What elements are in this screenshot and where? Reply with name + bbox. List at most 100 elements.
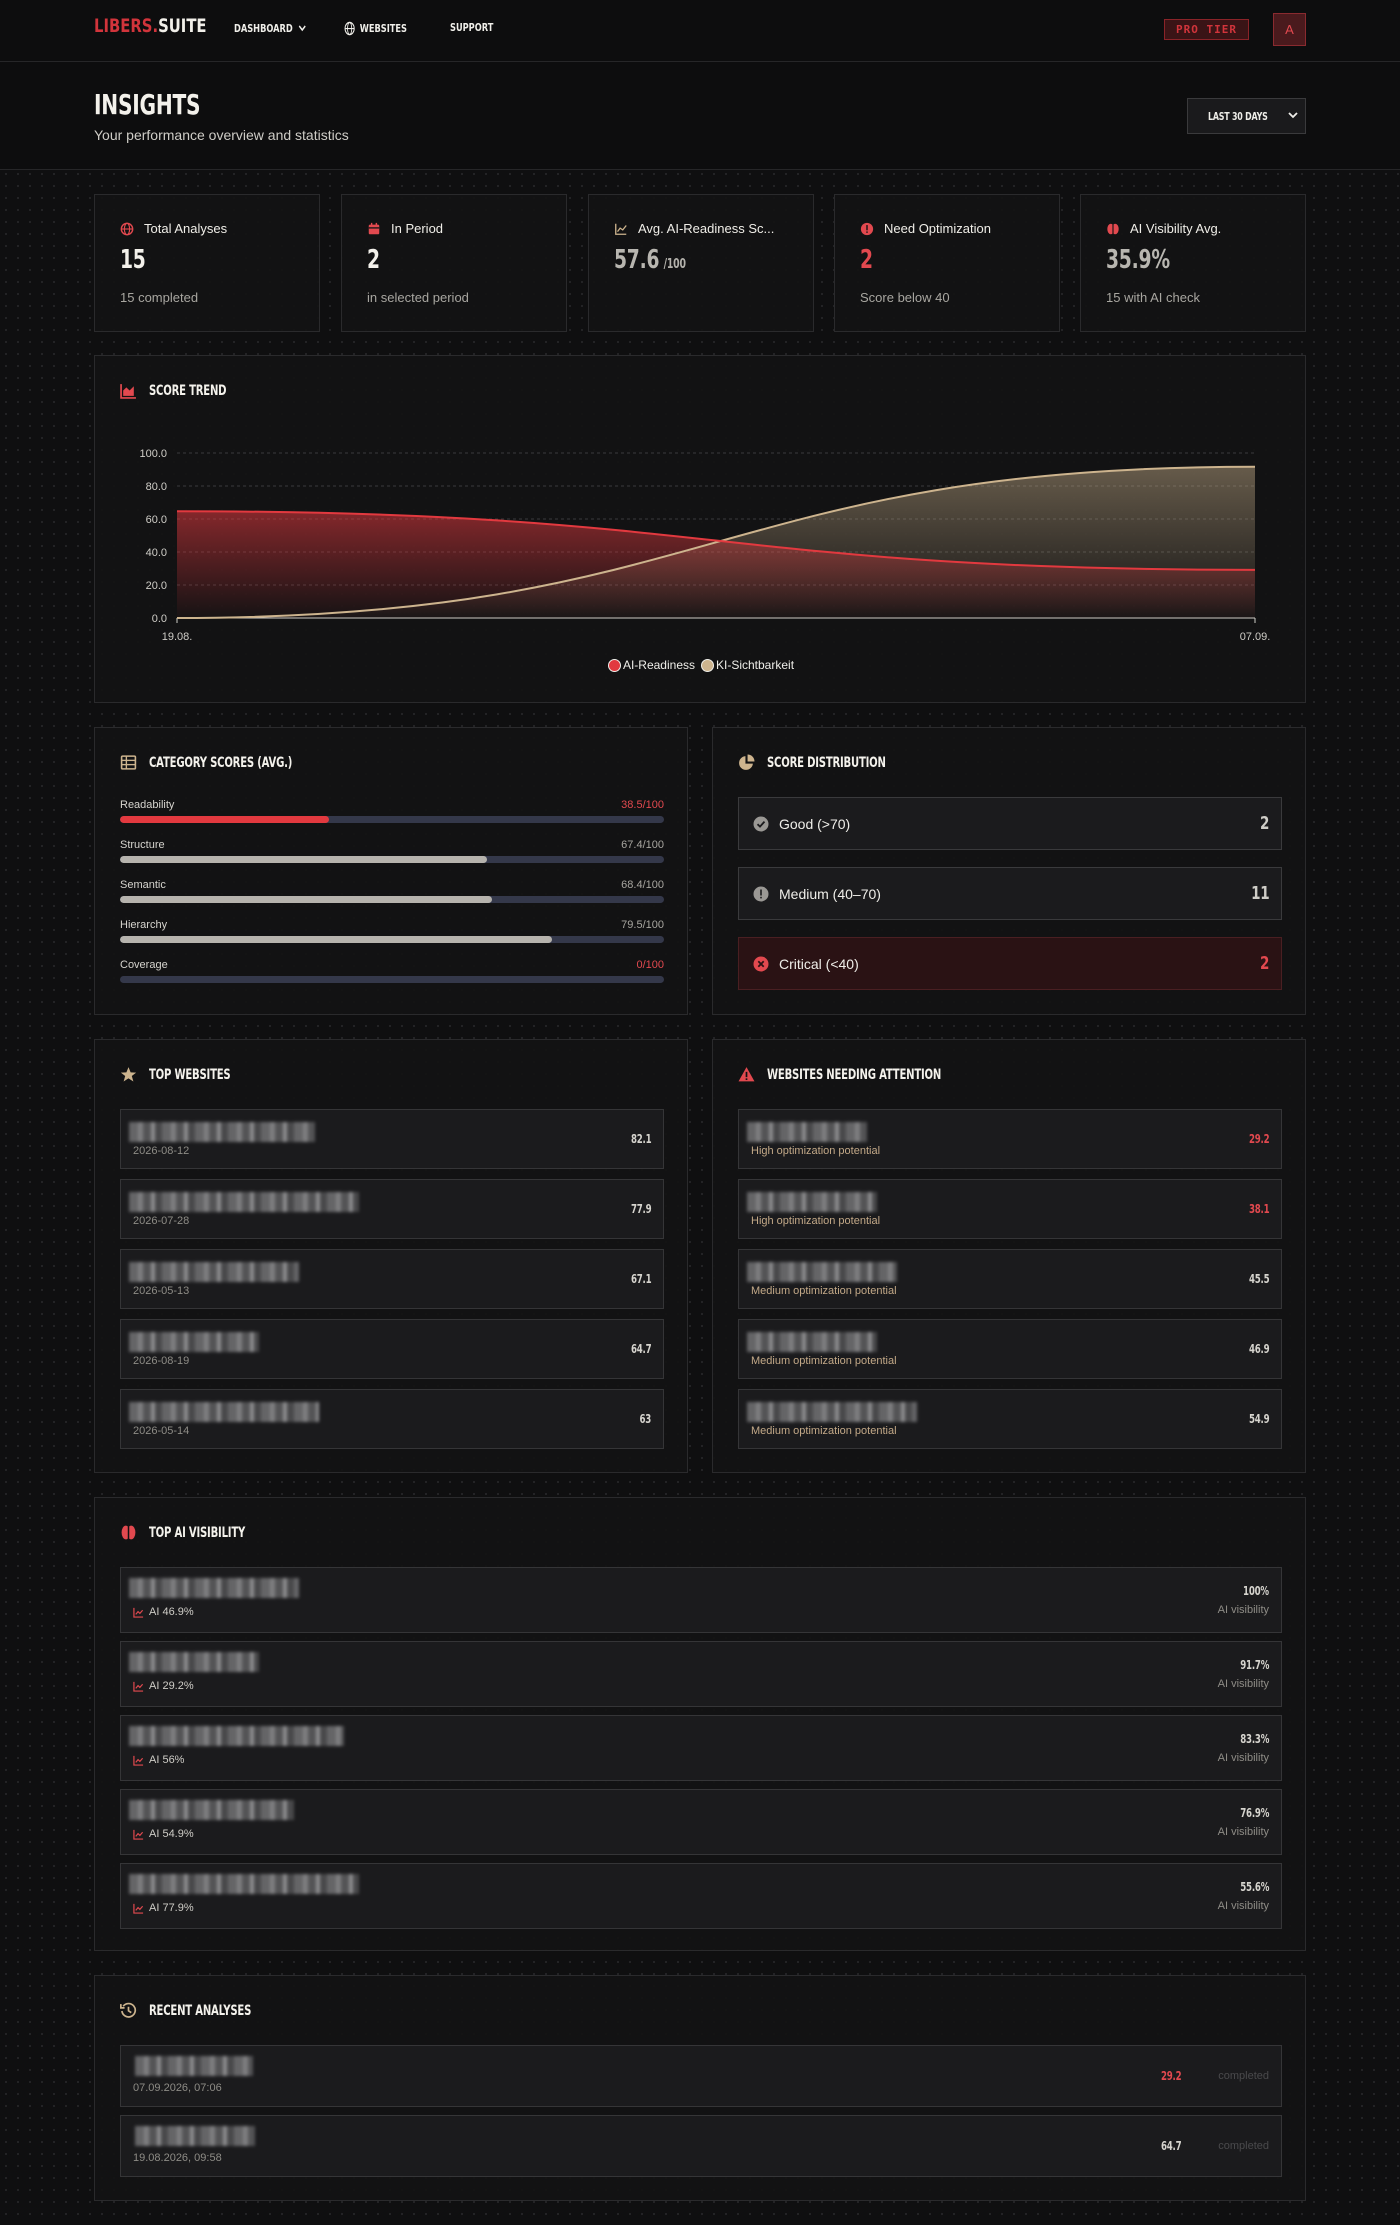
globe-icon [344, 21, 355, 36]
website-date: 2026-05-14 [133, 1425, 190, 1437]
progress-fill [120, 816, 330, 823]
website-name-redacted [135, 2126, 255, 2146]
website-name-redacted [129, 1192, 359, 1212]
analysis-datetime: 19.08.2026, 09:58 [133, 2152, 222, 2164]
website-name-redacted [129, 1332, 259, 1352]
chart-legend: AI-Readiness KI-Sichtbarkeit [95, 658, 1307, 672]
visibility-label: AI visibility [1217, 1826, 1269, 1838]
date-range-select[interactable]: LAST 30 DAYS [1187, 98, 1306, 134]
category-name: Hierarchy [120, 919, 168, 931]
distribution-medium[interactable]: Medium (40–70) 11 [738, 867, 1282, 920]
optimization-note: High optimization potential [751, 1215, 881, 1227]
stat-label: Avg. AI-Readiness Sc... [638, 221, 775, 236]
legend-item-ki-sichtbarkeit[interactable]: KI-Sichtbarkeit [701, 658, 794, 672]
website-score: 64.7 [630, 1342, 652, 1356]
website-score: 45.5 [1248, 1272, 1270, 1286]
ai-score: AI 54.9% [149, 1828, 194, 1840]
attention-website-row[interactable]: Medium optimization potential 54.9 [738, 1389, 1282, 1449]
legend-label: KI-Sichtbarkeit [716, 658, 795, 672]
avatar[interactable]: A [1273, 13, 1306, 46]
ai-visibility-row[interactable]: AI 29.2% 91.7% AI visibility [120, 1641, 1282, 1707]
ai-visibility-row[interactable]: AI 46.9% 100% AI visibility [120, 1567, 1282, 1633]
stat-card-total-analyses: Total Analyses 15 15 completed [94, 194, 320, 332]
page-header: INSIGHTS Your performance overview and s… [0, 62, 1400, 170]
chart-line-icon [133, 1681, 144, 1692]
category-value: 79.5/100 [621, 919, 664, 931]
page-title: INSIGHTS [94, 88, 201, 121]
stat-label-row: AI Visibility Avg. [1106, 221, 1221, 236]
ai-visibility-row[interactable]: AI 56% 83.3% AI visibility [120, 1715, 1282, 1781]
distribution-count: 11 [1250, 883, 1270, 904]
distribution-good[interactable]: Good (>70) 2 [738, 797, 1282, 850]
top-website-row[interactable]: 2026-05-14 63 [120, 1389, 664, 1449]
progress-fill [120, 856, 487, 863]
stat-value: 57.6/100 [614, 245, 686, 275]
progress-fill [120, 896, 493, 903]
visibility-percent: 91.7% [1240, 1658, 1269, 1672]
recent-analysis-row[interactable]: 07.09.2026, 07:06 29.2 completed [120, 2045, 1282, 2107]
progress-track [120, 816, 664, 823]
stat-note: Score below 40 [860, 290, 950, 305]
ai-visibility-row[interactable]: AI 77.9% 55.6% AI visibility [120, 1863, 1282, 1929]
x-tick-label: 19.08. [162, 631, 193, 643]
brain-icon [121, 1525, 136, 1540]
section-title: TOP AI VISIBILITY [149, 1524, 246, 1541]
y-tick-label: 20.0 [146, 580, 167, 592]
stat-card-avg-readiness: Avg. AI-Readiness Sc... 57.6/100 [588, 194, 814, 332]
recent-analysis-row[interactable]: 19.08.2026, 09:58 64.7 completed [120, 2115, 1282, 2177]
website-date: 2026-07-28 [133, 1215, 190, 1227]
attention-website-row[interactable]: Medium optimization potential 46.9 [738, 1319, 1282, 1379]
distribution-critical[interactable]: Critical (<40) 2 [738, 937, 1282, 990]
visibility-label: AI visibility [1217, 1604, 1269, 1616]
check-circle-icon [753, 816, 769, 831]
stat-label: Total Analyses [144, 221, 228, 236]
attention-website-row[interactable]: High optimization potential 38.1 [738, 1179, 1282, 1239]
logo[interactable]: LIBERS.SUITE [94, 15, 207, 37]
website-name-redacted [747, 1402, 917, 1422]
legend-item-ai-readiness[interactable]: AI-Readiness [607, 658, 695, 672]
top-website-row[interactable]: 2026-08-19 64.7 [120, 1319, 664, 1379]
top-website-row[interactable]: 2026-07-28 77.9 [120, 1179, 664, 1239]
nav-websites[interactable]: WEBSITES [344, 21, 407, 36]
stat-value-suffix: /100 [663, 257, 686, 272]
distribution-label: Good (>70) [779, 815, 851, 832]
attention-website-row[interactable]: High optimization potential 29.2 [738, 1109, 1282, 1169]
chart-line-icon [133, 1829, 144, 1840]
stat-card-need-optimization: Need Optimization 2 Score below 40 [834, 194, 1060, 332]
visibility-percent: 76.9% [1240, 1806, 1269, 1820]
page-subtitle: Your performance overview and statistics [94, 127, 349, 143]
visibility-percent: 100% [1243, 1584, 1269, 1598]
section-header: CATEGORY SCORES (AVG.) [120, 754, 348, 771]
stat-label: In Period [391, 221, 444, 236]
visibility-label: AI visibility [1217, 1752, 1269, 1764]
pro-tier-badge: PRO TIER [1164, 19, 1249, 40]
chart-line-icon [615, 223, 627, 235]
section-title: CATEGORY SCORES (AVG.) [149, 754, 293, 771]
analysis-score: 29.2 [1160, 2069, 1182, 2083]
ai-score-row: AI 56% [133, 1754, 184, 1766]
nav-dashboard[interactable]: DASHBOARD [234, 21, 308, 35]
progress-fill [120, 936, 553, 943]
chart-line-icon [133, 1755, 144, 1766]
category-name: Readability [120, 799, 175, 811]
y-tick-label: 60.0 [146, 514, 167, 526]
attention-website-row[interactable]: Medium optimization potential 45.5 [738, 1249, 1282, 1309]
visibility-percent: 55.6% [1240, 1880, 1269, 1894]
chart-line-icon [133, 1903, 144, 1914]
ai-score-row: AI 77.9% [133, 1902, 194, 1914]
website-name-redacted [129, 1122, 315, 1142]
section-title: WEBSITES NEEDING ATTENTION [767, 1066, 942, 1083]
top-website-row[interactable]: 2026-08-12 82.1 [120, 1109, 664, 1169]
ai-score: AI 77.9% [149, 1902, 194, 1914]
nav-support[interactable]: SUPPORT [450, 21, 493, 34]
top-website-row[interactable]: 2026-05-13 67.1 [120, 1249, 664, 1309]
y-tick-label: 0.0 [152, 613, 167, 625]
nav-websites-label: WEBSITES [359, 22, 407, 35]
attention-websites-card: WEBSITES NEEDING ATTENTION High optimiza… [712, 1039, 1306, 1473]
stat-value: 35.9% [1106, 245, 1170, 275]
website-name-redacted [129, 1652, 259, 1672]
stat-note: in selected period [367, 290, 469, 305]
score-trend-card: SCORE TREND 0.0 20.0 40.0 60.0 80.0 100.0 19.0… [94, 355, 1306, 703]
ai-visibility-row[interactable]: AI 54.9% 76.9% AI visibility [120, 1789, 1282, 1855]
category-value: 67.4/100 [621, 839, 664, 851]
